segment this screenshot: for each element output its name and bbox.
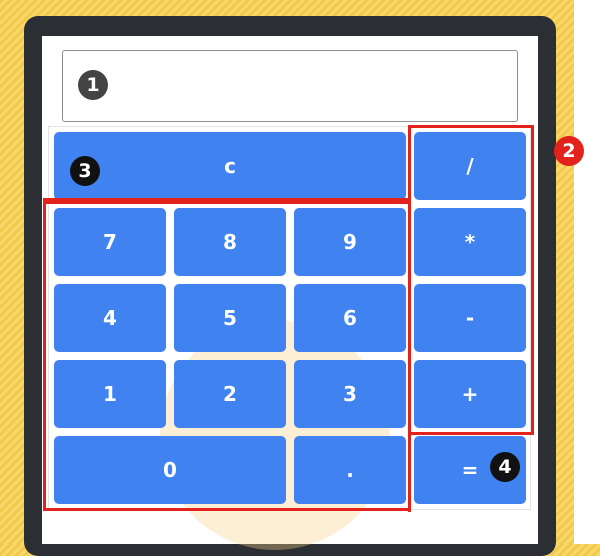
annotation-badge-2: 2 <box>554 136 584 166</box>
digit-9-button[interactable]: 9 <box>294 208 406 276</box>
clear-button[interactable]: c <box>54 132 406 200</box>
annotation-badge-4: 4 <box>490 452 520 482</box>
divide-button[interactable]: / <box>414 132 526 200</box>
digit-5-button[interactable]: 5 <box>174 284 286 352</box>
digit-4-button[interactable]: 4 <box>54 284 166 352</box>
digit-2-button[interactable]: 2 <box>174 360 286 428</box>
plus-button[interactable]: + <box>414 360 526 428</box>
digit-7-button[interactable]: 7 <box>54 208 166 276</box>
digit-3-button[interactable]: 3 <box>294 360 406 428</box>
digit-1-button[interactable]: 1 <box>54 360 166 428</box>
right-margin <box>574 0 600 544</box>
digit-0-button[interactable]: 0 <box>54 436 286 504</box>
digit-6-button[interactable]: 6 <box>294 284 406 352</box>
minus-button[interactable]: - <box>414 284 526 352</box>
annotation-badge-1: 1 <box>78 70 108 100</box>
annotation-badge-3: 3 <box>70 156 100 186</box>
multiply-button[interactable]: * <box>414 208 526 276</box>
calculator-display[interactable] <box>62 50 518 122</box>
digit-8-button[interactable]: 8 <box>174 208 286 276</box>
decimal-button[interactable]: . <box>294 436 406 504</box>
